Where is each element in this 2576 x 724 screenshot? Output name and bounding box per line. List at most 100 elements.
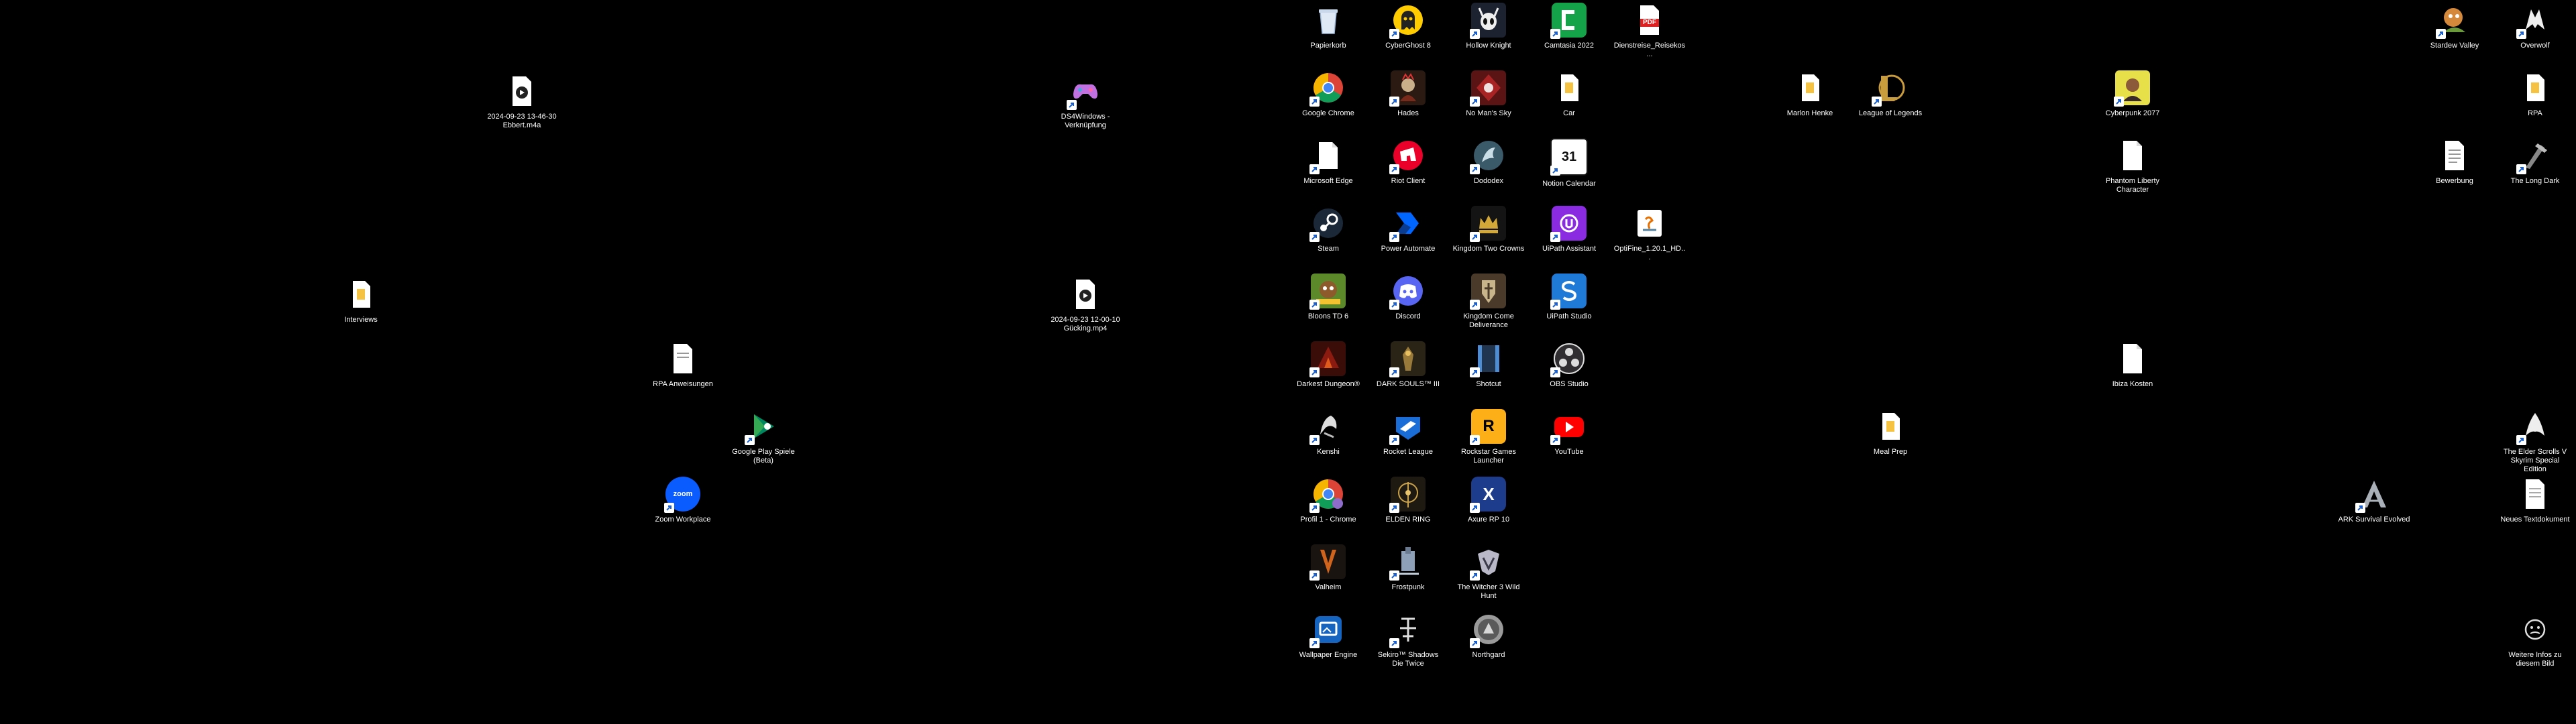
bloons-td6-icon[interactable]: Bloons TD 6 (1291, 274, 1365, 321)
rpa-anweisungen-file-icon[interactable]: RPA Anweisungen (646, 341, 720, 389)
icon-label: Papierkorb (1310, 42, 1346, 50)
icon-label: Rocket League (1383, 448, 1433, 456)
google-play-games-icon[interactable]: Google Play Spiele (Beta) (727, 409, 800, 465)
wallpaper-engine-icon[interactable]: Wallpaper Engine (1291, 612, 1365, 660)
icon-label: UiPath Studio (1546, 312, 1592, 320)
icon-label: Notion Calendar (1542, 180, 1596, 188)
icon-label: ARK Survival Evolved (2338, 516, 2410, 524)
bewerbung-file-icon[interactable]: Bewerbung (2418, 138, 2491, 186)
dark-souls-icon[interactable]: DARK SOULS™ III (1371, 341, 1445, 389)
overwolf-icon[interactable]: Overwolf (2498, 3, 2572, 50)
notion-calendar-icon[interactable]: 31 Notion Calendar (1532, 138, 1606, 188)
icon-label: Hollow Knight (1466, 42, 1511, 50)
kingdom-two-crowns-icon[interactable]: Kingdom Two Crowns (1452, 206, 1525, 253)
skyrim-icon[interactable]: The Elder Scrolls V Skyrim Special Editi… (2498, 409, 2572, 474)
phantom-liberty-file-icon[interactable]: Phantom Liberty Character (2096, 138, 2169, 194)
cyberpunk-2077-icon[interactable]: Cyberpunk 2077 (2096, 70, 2169, 118)
icon-label: DS4Windows - Verknüpfung (1061, 113, 1110, 129)
recycle-bin-icon[interactable]: Papierkorb (1291, 3, 1365, 50)
no-mans-sky-icon[interactable]: No Man's Sky (1452, 70, 1525, 118)
text-document-icon[interactable]: Neues Textdokument (2498, 477, 2572, 524)
icon-label: Stardew Valley (2430, 42, 2479, 50)
icon-label: Wallpaper Engine (1299, 651, 1358, 659)
youtube-icon[interactable]: YouTube (1532, 409, 1606, 457)
pdf-file-icon[interactable]: PDF Dienstreise_Reisekos... (1613, 3, 1686, 59)
icon-label: Bewerbung (2436, 177, 2473, 185)
icon-label: Kingdom Come Deliverance (1463, 312, 1514, 329)
stardew-valley-icon[interactable]: Stardew Valley (2418, 3, 2491, 50)
rpa-folder-icon[interactable]: RPA (2498, 70, 2572, 118)
meal-prep-file-icon[interactable]: Meal Prep (1854, 409, 1927, 457)
icon-label: RPA (2528, 109, 2542, 117)
icon-label: Rockstar Games Launcher (1461, 448, 1516, 465)
microsoft-edge-icon[interactable]: Microsoft Edge (1291, 138, 1365, 186)
dododex-icon[interactable]: Dododex (1452, 138, 1525, 186)
witcher-3-icon[interactable]: The Witcher 3 Wild Hunt (1452, 544, 1525, 601)
icon-label: The Elder Scrolls V Skyrim Special Editi… (2503, 448, 2567, 473)
icon-label: Microsoft Edge (1303, 177, 1353, 185)
icon-label: 2024-09-23 12-00-10 Gücking.mp4 (1051, 316, 1120, 333)
frostpunk-icon[interactable]: Frostpunk (1371, 544, 1445, 592)
uipath-studio-icon[interactable]: UiPath Studio (1532, 274, 1606, 321)
icon-label: Power Automate (1381, 245, 1436, 253)
icon-label: Hades (1397, 109, 1419, 117)
ark-survival-icon[interactable]: ARK Survival Evolved (2337, 477, 2411, 524)
cyberghost-icon[interactable]: CyberGhost 8 (1371, 3, 1445, 50)
icon-label: Cyberpunk 2077 (2105, 109, 2160, 117)
icon-label: Google Chrome (1302, 109, 1354, 117)
profile-chrome-icon[interactable]: Profil 1 - Chrome (1291, 477, 1365, 524)
interviews-file-icon[interactable]: Interviews (324, 277, 398, 324)
zoom-workplace-icon[interactable]: zoom Zoom Workplace (646, 477, 720, 524)
northgard-icon[interactable]: Northgard (1452, 612, 1525, 660)
uipath-assistant-icon[interactable]: UiPath Assistant (1532, 206, 1606, 253)
rocket-league-icon[interactable]: Rocket League (1371, 409, 1445, 457)
optifine-jar-icon[interactable]: OptiFine_1.20.1_HD... (1613, 206, 1686, 262)
shotcut-icon[interactable]: Shotcut (1452, 341, 1525, 389)
icon-label: Interviews (344, 316, 378, 324)
spotlight-info-icon[interactable]: Weitere Infos zu diesem Bild (2498, 612, 2572, 668)
kingdom-come-icon[interactable]: Kingdom Come Deliverance (1452, 274, 1525, 330)
icon-label: Phantom Liberty Character (2105, 177, 2160, 194)
ds4windows-icon[interactable]: DS4Windows - Verknüpfung (1049, 74, 1122, 130)
icon-label: Valheim (1315, 583, 1342, 591)
hades-icon[interactable]: Hades (1371, 70, 1445, 118)
icon-label: Bloons TD 6 (1307, 312, 1349, 320)
car-file-icon[interactable]: Car (1532, 70, 1606, 118)
icon-label: Ibiza Kosten (2112, 380, 2153, 388)
icon-label: Camtasia 2022 (1544, 42, 1594, 50)
elden-ring-icon[interactable]: ELDEN RING (1371, 477, 1445, 524)
icon-label: Google Play Spiele (Beta) (732, 448, 795, 465)
axure-icon[interactable]: X Axure RP 10 (1452, 477, 1525, 524)
power-automate-icon[interactable]: Power Automate (1371, 206, 1445, 253)
valheim-icon[interactable]: Valheim (1291, 544, 1365, 592)
icon-label: Car (1563, 109, 1575, 117)
sekiro-icon[interactable]: Sekiro™ Shadows Die Twice (1371, 612, 1445, 668)
icon-label: YouTube (1554, 448, 1584, 456)
hollow-knight-icon[interactable]: Hollow Knight (1452, 3, 1525, 50)
audio-file-icon[interactable]: 2024-09-23 13-46-30 Ebbert.m4a (485, 74, 559, 130)
steam-icon[interactable]: Steam (1291, 206, 1365, 253)
kenshi-icon[interactable]: Kenshi (1291, 409, 1365, 457)
icon-label: Dododex (1473, 177, 1504, 185)
icon-label: No Man's Sky (1466, 109, 1511, 117)
league-of-legends-icon[interactable]: League of Legends (1854, 70, 1927, 118)
icon-label: Neues Textdokument (2500, 516, 2570, 524)
icon-label: Discord (1395, 312, 1421, 320)
icon-label: Dienstreise_Reisekos... (1613, 42, 1686, 58)
rockstar-letter: R (1483, 417, 1495, 435)
icon-label: ELDEN RING (1385, 516, 1431, 524)
google-chrome-icon[interactable]: Google Chrome (1291, 70, 1365, 118)
the-long-dark-icon[interactable]: The Long Dark (2498, 138, 2572, 186)
video-file-icon[interactable]: 2024-09-23 12-00-10 Gücking.mp4 (1049, 277, 1122, 333)
obs-studio-icon[interactable]: OBS Studio (1532, 341, 1606, 389)
darkest-dungeon-icon[interactable]: Darkest Dungeon® (1291, 341, 1365, 389)
icon-label: Profil 1 - Chrome (1300, 516, 1356, 524)
icon-label: Kenshi (1317, 448, 1340, 456)
riot-client-icon[interactable]: Riot Client (1371, 138, 1445, 186)
marlon-henke-file-icon[interactable]: Marlon Henke (1773, 70, 1847, 118)
ibiza-kosten-file-icon[interactable]: Ibiza Kosten (2096, 341, 2169, 389)
icon-label: Kingdom Two Crowns (1452, 245, 1525, 253)
discord-icon[interactable]: Discord (1371, 274, 1445, 321)
rockstar-launcher-icon[interactable]: R Rockstar Games Launcher (1452, 409, 1525, 465)
camtasia-icon[interactable]: Camtasia 2022 (1532, 3, 1606, 50)
